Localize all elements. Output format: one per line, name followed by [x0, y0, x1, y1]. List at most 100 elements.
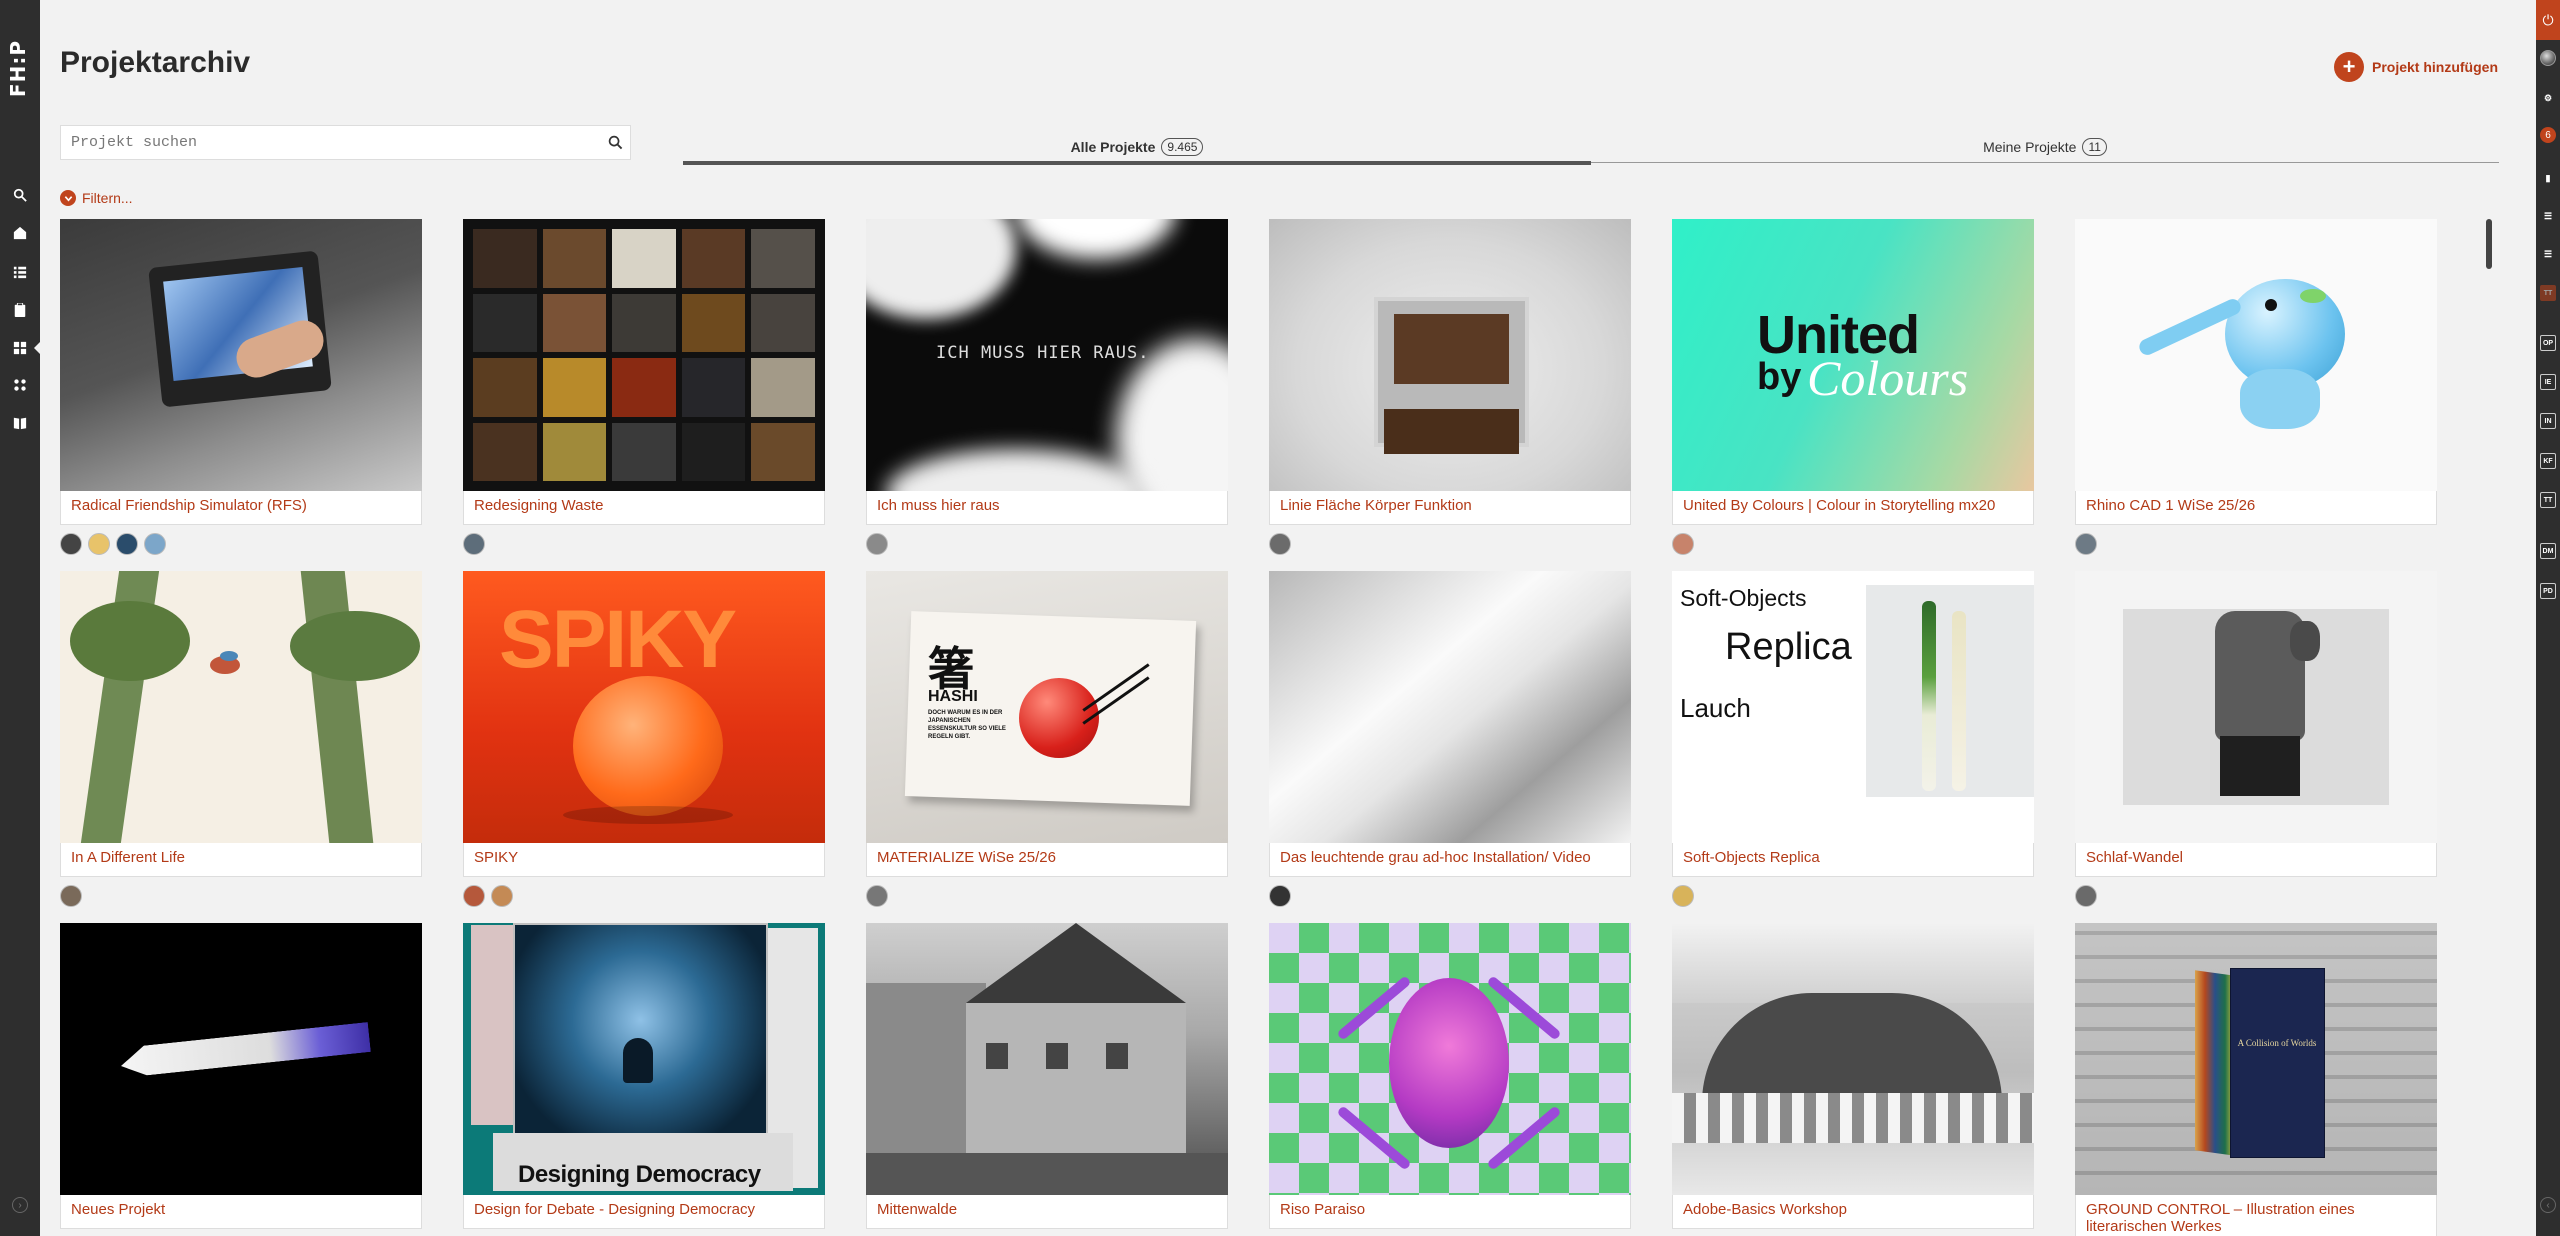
project-card[interactable]: Riso Paraiso	[1269, 923, 1631, 1229]
nav-badge-kf[interactable]: KF	[2540, 453, 2556, 469]
avatar[interactable]	[1269, 533, 1291, 555]
notification-badge[interactable]: 6	[2540, 127, 2556, 143]
book-icon[interactable]	[12, 415, 28, 431]
project-thumbnail[interactable]	[866, 923, 1228, 1195]
project-title[interactable]: Ich muss hier raus	[866, 491, 1228, 525]
avatar[interactable]	[88, 533, 110, 555]
project-title[interactable]: Design for Debate - Designing Democracy	[463, 1195, 825, 1229]
project-card[interactable]: Das leuchtende grau ad-hoc Installation/…	[1269, 571, 1631, 907]
avatar[interactable]	[463, 885, 485, 907]
search-icon[interactable]	[600, 135, 630, 150]
avatar[interactable]	[866, 885, 888, 907]
nav-badge-tt[interactable]: TT	[2540, 285, 2556, 301]
project-card[interactable]: SPIKY SPIKY	[463, 571, 825, 907]
project-title[interactable]: Rhino CAD 1 WiSe 25/26	[2075, 491, 2437, 525]
gear-icon[interactable]: ⚙	[2540, 90, 2556, 106]
project-thumbnail[interactable]: Soft-Objects Replica Lauch	[1672, 571, 2034, 843]
project-thumbnail[interactable]	[1672, 923, 2034, 1195]
project-title[interactable]: Radical Friendship Simulator (RFS)	[60, 491, 422, 525]
project-card[interactable]: A Collision of Worlds GROUND CONTROL – I…	[2075, 923, 2437, 1236]
project-card[interactable]: ICH MUSS HIER RAUS. Ich muss hier raus	[866, 219, 1228, 555]
project-title[interactable]: MATERIALIZE WiSe 25/26	[866, 843, 1228, 877]
project-title[interactable]: Neues Projekt	[60, 1195, 422, 1229]
list-icon[interactable]: ☰	[2540, 246, 2556, 262]
avatar[interactable]	[144, 533, 166, 555]
project-thumbnail[interactable]: United by Colours	[1672, 219, 2034, 491]
clipboard-icon[interactable]	[12, 302, 28, 318]
project-title[interactable]: Soft-Objects Replica	[1672, 843, 2034, 877]
project-card[interactable]: In A Different Life	[60, 571, 422, 907]
project-title[interactable]: Mittenwalde	[866, 1195, 1228, 1229]
project-thumbnail[interactable]	[1269, 571, 1631, 843]
project-thumbnail[interactable]	[2075, 571, 2437, 843]
avatar[interactable]	[60, 533, 82, 555]
project-title[interactable]: SPIKY	[463, 843, 825, 877]
add-project-button[interactable]: + Projekt hinzufügen	[2334, 52, 2498, 82]
project-title[interactable]: In A Different Life	[60, 843, 422, 877]
project-thumbnail[interactable]	[463, 219, 825, 491]
project-title[interactable]: Schlaf-Wandel	[2075, 843, 2437, 877]
grid-scrollbar[interactable]	[2486, 219, 2492, 269]
avatar[interactable]	[116, 533, 138, 555]
project-title[interactable]: Das leuchtende grau ad-hoc Installation/…	[1269, 843, 1631, 877]
list-icon[interactable]: ☰	[2540, 208, 2556, 224]
project-title[interactable]: GROUND CONTROL – Illustration eines lite…	[2075, 1195, 2437, 1236]
project-thumbnail[interactable]: SPIKY	[463, 571, 825, 843]
filter-toggle[interactable]: Filtern...	[60, 190, 133, 206]
avatar[interactable]	[866, 533, 888, 555]
project-thumbnail[interactable]	[1269, 219, 1631, 491]
project-thumbnail[interactable]	[60, 219, 422, 491]
search-icon[interactable]	[12, 187, 28, 203]
chevron-left-icon[interactable]: ‹	[2540, 1197, 2556, 1213]
project-title[interactable]: United By Colours | Colour in Storytelli…	[1672, 491, 2034, 525]
project-card[interactable]: Redesigning Waste	[463, 219, 825, 555]
project-thumbnail[interactable]	[60, 571, 422, 843]
grid-icon[interactable]	[12, 340, 28, 356]
avatar[interactable]	[2075, 885, 2097, 907]
project-thumbnail[interactable]: A Collision of Worlds	[2075, 923, 2437, 1195]
power-icon[interactable]: ⏻	[2536, 0, 2560, 40]
nav-badge-ie[interactable]: IE	[2540, 374, 2556, 390]
nav-badge-in[interactable]: IN	[2540, 413, 2556, 429]
project-thumbnail[interactable]: ICH MUSS HIER RAUS.	[866, 219, 1228, 491]
project-card[interactable]: Linie Fläche Körper Funktion	[1269, 219, 1631, 555]
project-card[interactable]: 箸 HASHI DOCH WARUM ES IN DER JAPANISCHEN…	[866, 571, 1228, 907]
project-thumbnail[interactable]	[60, 923, 422, 1195]
nav-badge-op[interactable]: OP	[2540, 335, 2556, 351]
chevron-right-icon[interactable]: ›	[12, 1197, 28, 1213]
project-thumbnail[interactable]	[2075, 219, 2437, 491]
project-thumbnail[interactable]: Designing Democracy	[463, 923, 825, 1195]
project-title[interactable]: Linie Fläche Körper Funktion	[1269, 491, 1631, 525]
tab-my-projects[interactable]: Meine Projekte 11	[1591, 128, 2499, 166]
avatar[interactable]	[2075, 533, 2097, 555]
avatar[interactable]	[60, 885, 82, 907]
project-title[interactable]: Redesigning Waste	[463, 491, 825, 525]
avatar[interactable]	[1672, 533, 1694, 555]
nav-badge-pd[interactable]: PD	[2540, 583, 2556, 599]
avatar[interactable]	[491, 885, 513, 907]
avatar[interactable]	[1269, 885, 1291, 907]
nav-badge-dm[interactable]: DM	[2540, 543, 2556, 559]
project-card[interactable]: Neues Projekt	[60, 923, 422, 1229]
project-title[interactable]: Riso Paraiso	[1269, 1195, 1631, 1229]
avatar[interactable]	[1672, 885, 1694, 907]
user-avatar[interactable]	[2540, 50, 2556, 66]
project-card[interactable]: Schlaf-Wandel	[2075, 571, 2437, 907]
search-input[interactable]	[61, 126, 600, 159]
list-icon[interactable]	[12, 264, 28, 280]
project-card[interactable]: Designing Democracy Design for Debate - …	[463, 923, 825, 1229]
project-card[interactable]: Mittenwalde	[866, 923, 1228, 1229]
project-card[interactable]: Radical Friendship Simulator (RFS)	[60, 219, 422, 555]
project-card[interactable]: United by Colours United By Colours | Co…	[1672, 219, 2034, 555]
bookmark-icon[interactable]: ▮	[2540, 170, 2556, 186]
avatar[interactable]	[463, 533, 485, 555]
project-card[interactable]: Soft-Objects Replica Lauch Soft-Objects …	[1672, 571, 2034, 907]
nav-badge-tt2[interactable]: TT	[2540, 492, 2556, 508]
project-card[interactable]: Adobe-Basics Workshop	[1672, 923, 2034, 1229]
project-card[interactable]: Rhino CAD 1 WiSe 25/26	[2075, 219, 2437, 555]
app-logo[interactable]: FH:P	[6, 40, 34, 97]
project-thumbnail[interactable]	[1269, 923, 1631, 1195]
project-title[interactable]: Adobe-Basics Workshop	[1672, 1195, 2034, 1229]
home-icon[interactable]	[12, 225, 28, 241]
apps-icon[interactable]	[12, 377, 28, 393]
